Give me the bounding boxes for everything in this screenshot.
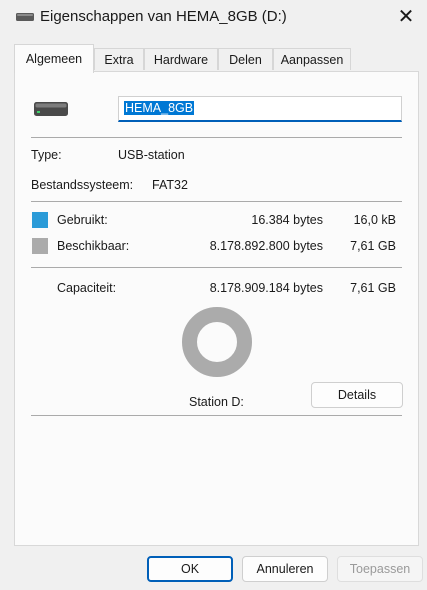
drive-name-value: HEMA_8GB	[124, 101, 195, 115]
station-label: Station D:	[189, 395, 244, 409]
tab-delen[interactable]: Delen	[218, 48, 273, 70]
tab-algemeen[interactable]: Algemeen	[14, 44, 94, 73]
filesystem-label: Bestandssysteem:	[31, 178, 134, 192]
separator	[31, 415, 402, 416]
details-button[interactable]: Details	[311, 382, 403, 408]
cancel-button[interactable]: Annuleren	[242, 556, 328, 582]
window-title: Eigenschappen van HEMA_8GB (D:)	[40, 8, 287, 25]
used-bytes: 16.384 bytes	[251, 213, 323, 227]
separator	[31, 201, 402, 202]
donut-free-ring	[182, 307, 252, 377]
drive-name-input[interactable]: HEMA_8GB	[118, 96, 402, 122]
apply-button[interactable]: Toepassen	[337, 556, 423, 582]
filesystem-value: FAT32	[152, 178, 188, 192]
free-size: 7,61 GB	[350, 239, 396, 253]
type-label: Type:	[31, 148, 62, 162]
tab-aanpassen[interactable]: Aanpassen	[273, 48, 351, 70]
free-color-swatch	[32, 238, 48, 254]
separator	[31, 267, 402, 268]
free-bytes: 8.178.892.800 bytes	[209, 239, 323, 253]
capacity-bytes: 8.178.909.184 bytes	[209, 281, 323, 295]
tab-hardware[interactable]: Hardware	[144, 48, 218, 70]
general-panel: HEMA_8GB Type: USB-station Bestandssyste…	[14, 71, 419, 546]
used-size: 16,0 kB	[353, 213, 396, 227]
ok-button[interactable]: OK	[147, 556, 233, 582]
title-bar: Eigenschappen van HEMA_8GB (D:) ✕	[0, 0, 427, 36]
tab-extra[interactable]: Extra	[94, 48, 144, 70]
used-color-swatch	[32, 212, 48, 228]
close-icon[interactable]: ✕	[395, 6, 417, 28]
used-label: Gebruikt:	[57, 213, 108, 227]
capacity-size: 7,61 GB	[350, 281, 396, 295]
separator	[31, 137, 402, 138]
capacity-label: Capaciteit:	[57, 281, 117, 295]
usb-drive-icon	[34, 102, 68, 116]
usage-donut-chart	[182, 307, 252, 377]
free-label: Beschikbaar:	[57, 239, 130, 253]
type-value: USB-station	[118, 148, 185, 162]
drive-icon	[16, 13, 34, 21]
